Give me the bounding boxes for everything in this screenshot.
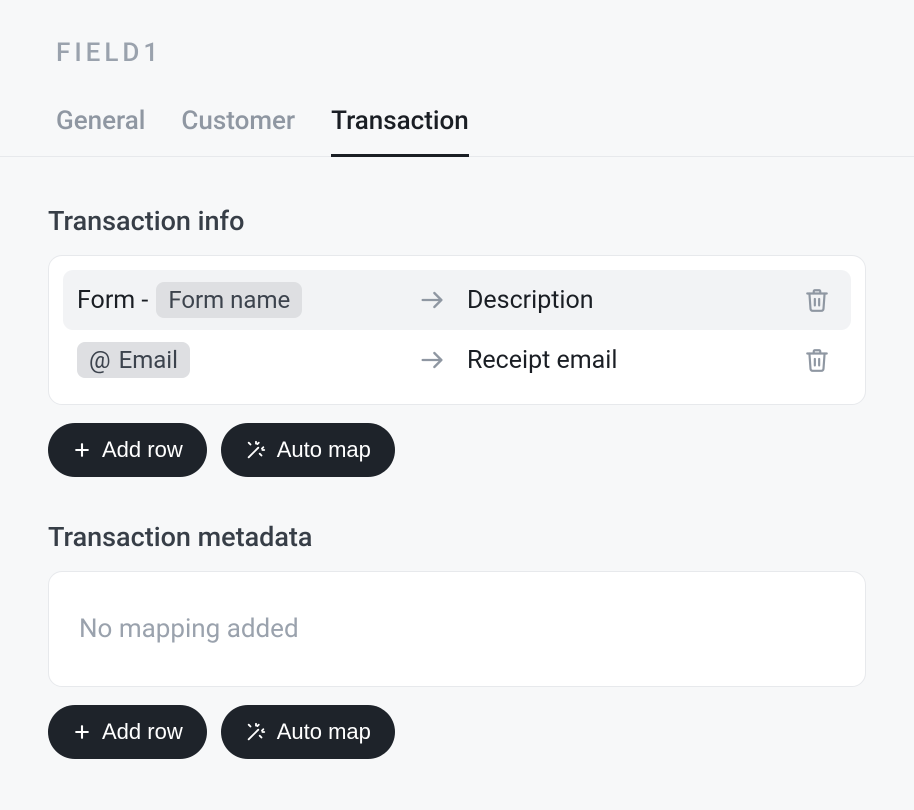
button-label: Add row — [102, 437, 183, 463]
mapping-target: Description — [467, 286, 797, 315]
arrow-icon — [397, 286, 467, 314]
mapping-source: Form - Form name — [77, 282, 397, 318]
auto-map-button[interactable]: Auto map — [221, 705, 395, 759]
section-title-metadata: Transaction metadata — [48, 521, 866, 553]
mapping-source: @ Email — [77, 342, 397, 378]
section-title-info: Transaction info — [48, 205, 866, 237]
tabs: General Customer Transaction — [0, 68, 914, 157]
plus-icon — [72, 722, 92, 742]
tab-transaction[interactable]: Transaction — [331, 106, 469, 157]
delete-row-button[interactable] — [797, 347, 837, 373]
mapping-row[interactable]: Form - Form name Description — [63, 270, 851, 330]
arrow-icon — [397, 346, 467, 374]
trash-icon — [804, 347, 830, 373]
mapping-row[interactable]: @ Email Receipt email — [63, 330, 851, 390]
magic-wand-icon — [245, 439, 267, 461]
trash-icon — [804, 287, 830, 313]
auto-map-button[interactable]: Auto map — [221, 423, 395, 477]
tab-customer[interactable]: Customer — [181, 106, 295, 157]
button-row-info: Add row Auto map — [48, 423, 866, 477]
delete-row-button[interactable] — [797, 287, 837, 313]
source-prefix: Form - — [77, 286, 148, 315]
source-chip: Form name — [156, 282, 302, 318]
tab-general[interactable]: General — [56, 106, 145, 157]
page-title: FIELD1 — [0, 0, 914, 68]
add-row-button[interactable]: Add row — [48, 705, 207, 759]
mapping-card-metadata: No mapping added — [48, 571, 866, 687]
add-row-button[interactable]: Add row — [48, 423, 207, 477]
mapping-target: Receipt email — [467, 346, 797, 375]
source-chip: @ Email — [77, 342, 190, 378]
empty-state: No mapping added — [63, 586, 851, 672]
chip-label: Email — [119, 346, 178, 374]
section-transaction-metadata: Transaction metadata No mapping added Ad… — [48, 521, 866, 759]
button-row-metadata: Add row Auto map — [48, 705, 866, 759]
content-area: Transaction info Form - Form name Descri… — [0, 157, 914, 759]
at-icon: @ — [89, 346, 111, 374]
chip-label: Form name — [168, 286, 290, 314]
section-transaction-info: Transaction info Form - Form name Descri… — [48, 205, 866, 477]
magic-wand-icon — [245, 721, 267, 743]
button-label: Auto map — [277, 719, 371, 745]
plus-icon — [72, 440, 92, 460]
button-label: Add row — [102, 719, 183, 745]
mapping-card-info: Form - Form name Description @ E — [48, 255, 866, 405]
button-label: Auto map — [277, 437, 371, 463]
